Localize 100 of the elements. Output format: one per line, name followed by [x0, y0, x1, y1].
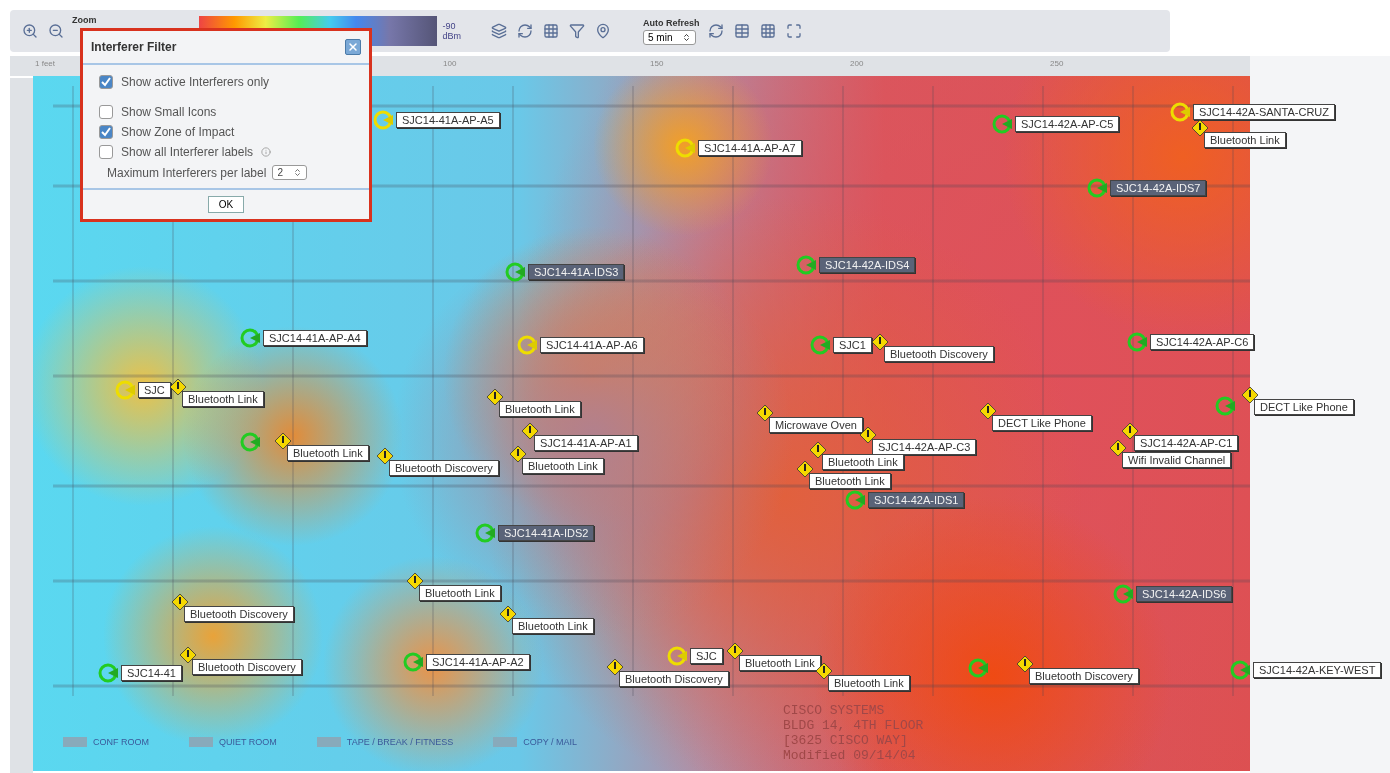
warning-diamond-icon[interactable] [487, 389, 503, 405]
ruler-tick: 100 [443, 59, 457, 68]
checkbox[interactable] [99, 105, 113, 119]
warning-diamond-icon[interactable] [1110, 440, 1126, 456]
map-label[interactable]: SJC14-41A-AP-A1 [534, 435, 638, 451]
warning-diamond-icon[interactable] [172, 594, 188, 610]
warning-diamond-icon[interactable] [510, 446, 526, 462]
warning-diamond-icon[interactable] [407, 573, 423, 589]
warning-diamond-icon[interactable] [1122, 423, 1138, 439]
ruler-tick: 150 [650, 59, 664, 68]
access-point-icon[interactable] [844, 489, 866, 511]
map-label[interactable]: SJC14-42A-AP-C1 [1134, 435, 1239, 451]
map-label[interactable]: Bluetooth Discovery [184, 606, 294, 622]
map-label[interactable]: SJC14-41A-AP-A6 [540, 337, 644, 353]
checkbox[interactable] [99, 145, 113, 159]
grid-icon[interactable] [541, 21, 561, 41]
map-label[interactable]: Bluetooth Link [828, 675, 910, 691]
map-label[interactable]: SJC14-41A-IDS2 [498, 525, 595, 541]
map-label[interactable]: SJC14-42A-IDS4 [819, 257, 916, 273]
map-label[interactable]: Bluetooth Link [809, 473, 891, 489]
map-label[interactable]: Wifi Invalid Channel [1122, 452, 1232, 468]
map-label[interactable]: SJC14-41A-IDS3 [528, 264, 625, 280]
map-label[interactable]: DECT Like Phone [1254, 399, 1354, 415]
warning-diamond-icon[interactable] [1192, 120, 1208, 136]
warning-diamond-icon[interactable] [1017, 656, 1033, 672]
map-label[interactable]: Bluetooth Discovery [389, 460, 499, 476]
map-label[interactable]: DECT Like Phone [992, 415, 1092, 431]
refresh-icon[interactable] [515, 21, 535, 41]
legend-item: CONF ROOM [63, 737, 149, 747]
option-label: Show all Interferer labels [121, 145, 254, 159]
map-label[interactable]: SJC14-42A-KEY-WEST [1253, 662, 1382, 678]
map-label[interactable]: Bluetooth Discovery [192, 659, 302, 675]
option-label: Show Zone of Impact [121, 125, 235, 139]
map-label[interactable]: SJC14-42A-SANTA-CRUZ [1193, 104, 1335, 120]
warning-diamond-icon[interactable] [797, 461, 813, 477]
warning-diamond-icon[interactable] [1242, 387, 1258, 403]
map-label[interactable]: SJC14-42A-AP-C3 [872, 439, 977, 455]
warning-diamond-icon[interactable] [607, 659, 623, 675]
map-label[interactable]: Bluetooth Link [419, 585, 501, 601]
warning-diamond-icon[interactable] [980, 403, 996, 419]
scale-unit: dBm [442, 31, 461, 41]
map-label[interactable]: SJC14-42A-AP-C5 [1015, 116, 1120, 132]
map-label[interactable]: SJC14-42A-IDS7 [1110, 180, 1207, 196]
zoom-label: Zoom [72, 15, 97, 25]
option-label: Show Small Icons [121, 105, 217, 119]
map-label[interactable]: SJC14-41A-AP-A4 [263, 330, 367, 346]
warning-diamond-icon[interactable] [500, 606, 516, 622]
warning-diamond-icon[interactable] [377, 448, 393, 464]
ok-button[interactable]: OK [207, 196, 245, 213]
map-label[interactable]: Bluetooth Link [522, 458, 604, 474]
max-interferers-select[interactable]: 2 [272, 165, 307, 180]
spinner-icon[interactable] [682, 32, 692, 42]
warning-diamond-icon[interactable] [757, 405, 773, 421]
scale-min: -90 [442, 21, 457, 31]
warning-diamond-icon[interactable] [810, 442, 826, 458]
legend-item: TAPE / BREAK / FITNESS [316, 737, 454, 747]
ruler-tick: 1 feet [35, 59, 55, 68]
filter-icon[interactable] [567, 21, 587, 41]
warning-diamond-icon[interactable] [727, 643, 743, 659]
map-label[interactable]: Microwave Oven [769, 417, 863, 433]
map-label[interactable]: Bluetooth Link [182, 391, 264, 407]
map-label[interactable]: Bluetooth Link [287, 445, 369, 461]
map-label[interactable]: SJC14-41A-AP-A2 [426, 654, 530, 670]
map-label[interactable]: Bluetooth Discovery [619, 671, 729, 687]
access-point-icon[interactable] [1229, 659, 1251, 681]
map-label[interactable]: SJC [138, 382, 171, 398]
checkbox[interactable] [99, 75, 113, 89]
checkbox[interactable] [99, 125, 113, 139]
warning-diamond-icon[interactable] [816, 663, 832, 679]
map-label[interactable]: SJC [690, 648, 723, 664]
spinner-icon[interactable] [292, 168, 302, 177]
warning-diamond-icon[interactable] [522, 423, 538, 439]
layers-icon[interactable] [489, 21, 509, 41]
map-label[interactable]: SJC14-41A-AP-A5 [396, 112, 500, 128]
ruler-tick: 250 [1050, 59, 1064, 68]
map-label[interactable]: SJC14-42A-IDS6 [1136, 586, 1233, 602]
map-label[interactable]: Bluetooth Discovery [1029, 668, 1139, 684]
map-label[interactable]: Bluetooth Link [512, 618, 594, 634]
option-label: Show active Interferers only [121, 75, 270, 89]
warning-diamond-icon[interactable] [275, 433, 291, 449]
map-label[interactable]: SJC14-41A-AP-A7 [698, 140, 802, 156]
dialog-title: Interferer Filter [91, 40, 177, 54]
map-label[interactable]: SJC1 [833, 337, 872, 353]
map-label[interactable]: Bluetooth Discovery [884, 346, 994, 362]
max-interferers-label: Maximum Interferers per label [107, 165, 267, 180]
warning-diamond-icon[interactable] [180, 647, 196, 663]
map-label[interactable]: Bluetooth Link [739, 655, 821, 671]
map-label[interactable]: SJC14-41 [121, 665, 182, 681]
map-label[interactable]: Bluetooth Link [499, 401, 581, 417]
map-label[interactable]: Bluetooth Link [822, 454, 904, 470]
map-label[interactable]: SJC14-42A-IDS1 [868, 492, 965, 508]
auto-refresh-label: Auto Refresh [643, 17, 700, 28]
map-label[interactable]: Bluetooth Link [1204, 132, 1286, 148]
warning-diamond-icon[interactable] [872, 334, 888, 350]
warning-diamond-icon[interactable] [860, 427, 876, 443]
legend-item: COPY / MAIL [493, 737, 578, 747]
warning-diamond-icon[interactable] [170, 379, 186, 395]
map-label[interactable]: SJC14-42A-AP-C6 [1150, 334, 1255, 350]
ruler-tick: 200 [850, 59, 864, 68]
auto-refresh-select[interactable]: 5 min [643, 29, 697, 45]
